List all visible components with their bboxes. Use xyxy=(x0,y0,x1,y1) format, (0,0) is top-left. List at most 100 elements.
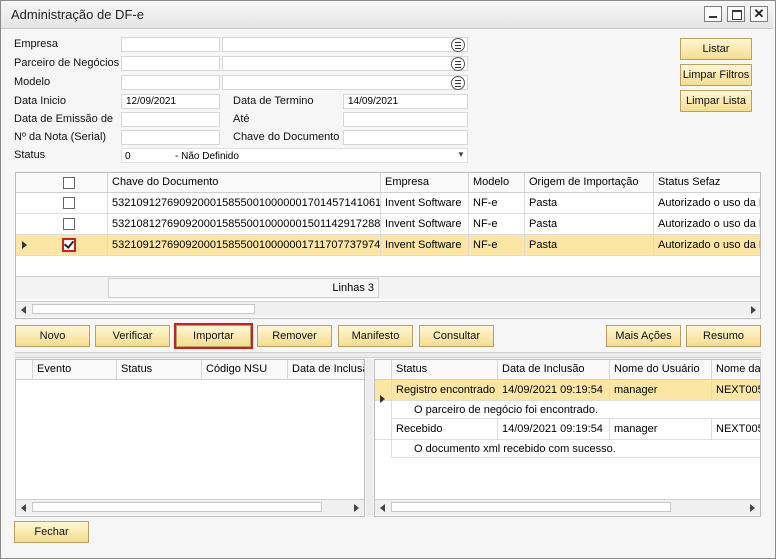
table-row[interactable]: Recebido 14/09/2021 09:19:54 manager NEX… xyxy=(375,419,760,440)
minimize-icon[interactable] xyxy=(704,6,722,22)
horizontal-scrollbar[interactable] xyxy=(16,301,760,317)
col-status[interactable]: Status xyxy=(116,360,201,380)
status-select[interactable] xyxy=(121,148,468,163)
empresa-name-field[interactable] xyxy=(222,37,468,52)
detail-row: O parceiro de negócio foi encontrado. xyxy=(391,401,760,419)
scroll-thumb[interactable] xyxy=(32,304,255,314)
scroll-right-icon[interactable] xyxy=(750,504,755,512)
scroll-thumb[interactable] xyxy=(391,502,671,512)
remover-button[interactable]: Remover xyxy=(257,325,332,347)
cell-origem: Pasta xyxy=(524,193,653,213)
scroll-right-icon[interactable] xyxy=(354,504,359,512)
col-status-sefaz[interactable]: Status Sefaz xyxy=(653,173,760,193)
cell-status-sefaz: Autorizado o uso da NF-e xyxy=(653,193,760,213)
data-termino-field[interactable]: 14/09/2021 xyxy=(343,94,468,109)
cell-status-sefaz: Autorizado o uso da NF-e xyxy=(653,214,760,234)
cell-origem: Pasta xyxy=(524,214,653,234)
table-row-selected[interactable]: 5321091276909200015855001000000171170773… xyxy=(16,235,760,256)
col-origem[interactable]: Origem de Importação xyxy=(524,173,654,193)
cell-modelo: NF-e xyxy=(468,235,524,255)
lines-count: Linhas 3 xyxy=(108,278,379,298)
nota-field[interactable] xyxy=(121,130,220,145)
table-row-selected[interactable]: Registro encontrado 14/09/2021 09:19:54 … xyxy=(375,380,760,401)
cell-status: Registro encontrado xyxy=(391,380,497,400)
cell-chave: 5321091276909200015855001000000170145714… xyxy=(107,193,380,213)
scroll-thumb[interactable] xyxy=(32,502,322,512)
cell-status: Recebido xyxy=(391,419,497,439)
log-grid-header: Status Data de Inclusão Nome do Usuário … xyxy=(375,360,760,380)
checkbox-icon[interactable] xyxy=(62,238,76,252)
cell-modelo: NF-e xyxy=(468,193,524,213)
cell-modelo: NF-e xyxy=(468,214,524,234)
dropdown-arrow-icon[interactable]: ▼ xyxy=(457,150,465,159)
fechar-button[interactable]: Fechar xyxy=(14,521,89,543)
col-evento[interactable]: Evento xyxy=(32,360,116,380)
checkbox-icon[interactable] xyxy=(63,197,75,209)
col-chave[interactable]: Chave do Documento xyxy=(107,173,383,193)
modelo-label: Modelo xyxy=(14,76,51,88)
col-data-inclusao[interactable]: Data de Inclusão xyxy=(497,360,609,380)
limpar-filtros-button[interactable]: Limpar Filtros xyxy=(680,64,752,86)
col-empresa[interactable]: Empresa xyxy=(380,173,470,193)
data-emissao-field[interactable] xyxy=(121,112,220,127)
scroll-left-icon[interactable] xyxy=(21,504,26,512)
chave-field[interactable] xyxy=(343,130,468,145)
table-row[interactable]: 5321091276909200015855001000000170145714… xyxy=(16,193,760,214)
checkbox-icon[interactable] xyxy=(63,218,75,230)
modelo-name-field[interactable] xyxy=(222,75,468,90)
resumo-button[interactable]: Resumo xyxy=(686,325,761,347)
parceiro-label: Parceiro de Negócios xyxy=(14,57,120,69)
document-grid-header: Chave do Documento Empresa Modelo Origem… xyxy=(16,173,760,193)
maximize-icon[interactable] xyxy=(727,6,745,22)
importar-button[interactable]: Importar xyxy=(174,323,253,349)
col-modelo[interactable]: Modelo xyxy=(468,173,524,193)
cell-empresa: Invent Software xyxy=(380,193,468,213)
log-grid: Status Data de Inclusão Nome do Usuário … xyxy=(374,359,761,517)
col-estacao[interactable]: Nome da Estação xyxy=(711,360,760,380)
horizontal-splitter[interactable] xyxy=(15,352,761,358)
cell-estacao: NEXT005 xyxy=(711,380,760,400)
novo-button[interactable]: Novo xyxy=(15,325,90,347)
data-termino-label: Data de Termino xyxy=(233,95,314,107)
cell-origem: Pasta xyxy=(524,235,653,255)
table-row[interactable]: 5321081276909200015855001000000150114291… xyxy=(16,214,760,235)
nota-label: Nº da Nota (Serial) xyxy=(14,131,107,143)
status-label: Status xyxy=(14,149,46,161)
window-title: Administração de DF-e xyxy=(11,7,144,22)
detail-row: O documento xml recebido com sucesso. xyxy=(391,440,760,458)
horizontal-scrollbar[interactable] xyxy=(16,499,364,515)
cell-usuario: manager xyxy=(609,380,711,400)
manifesto-button[interactable]: Manifesto xyxy=(338,325,413,347)
listar-button[interactable]: Listar xyxy=(680,38,752,60)
consultar-button[interactable]: Consultar xyxy=(419,325,494,347)
list-picker-icon[interactable] xyxy=(451,76,465,90)
checkbox-icon[interactable] xyxy=(63,177,75,189)
scroll-left-icon[interactable] xyxy=(380,504,385,512)
cell-data: 14/09/2021 09:19:54 xyxy=(497,380,609,400)
close-icon[interactable]: ✕ xyxy=(750,6,768,22)
cell-empresa: Invent Software xyxy=(380,235,468,255)
horizontal-scrollbar[interactable] xyxy=(375,499,760,515)
list-picker-icon[interactable] xyxy=(451,38,465,52)
col-codigo-nsu[interactable]: Código NSU xyxy=(201,360,287,380)
event-grid-header: Evento Status Código NSU Data de Inclusã… xyxy=(16,360,364,380)
cell-chave: 5321081276909200015855001000000150114291… xyxy=(107,214,380,234)
empresa-code-field[interactable] xyxy=(121,37,220,52)
scroll-left-icon[interactable] xyxy=(21,306,26,314)
col-status[interactable]: Status xyxy=(391,360,497,380)
limpar-lista-button[interactable]: Limpar Lista xyxy=(680,90,752,112)
col-usuario[interactable]: Nome do Usuário xyxy=(609,360,711,380)
list-picker-icon[interactable] xyxy=(451,57,465,71)
verificar-button[interactable]: Verificar xyxy=(95,325,170,347)
parceiro-name-field[interactable] xyxy=(222,56,468,71)
col-data-inclusao[interactable]: Data de Inclusão xyxy=(287,360,364,380)
parceiro-code-field[interactable] xyxy=(121,56,220,71)
modelo-code-field[interactable] xyxy=(121,75,220,90)
ate-field[interactable] xyxy=(343,112,468,127)
mais-acoes-button[interactable]: Mais Ações xyxy=(606,325,681,347)
document-grid: Chave do Documento Empresa Modelo Origem… xyxy=(15,172,761,319)
data-inicio-field[interactable]: 12/09/2021 xyxy=(121,94,220,109)
scroll-right-icon[interactable] xyxy=(751,306,756,314)
vertical-splitter[interactable] xyxy=(366,359,373,517)
data-inicio-label: Data Inicio xyxy=(14,95,66,107)
